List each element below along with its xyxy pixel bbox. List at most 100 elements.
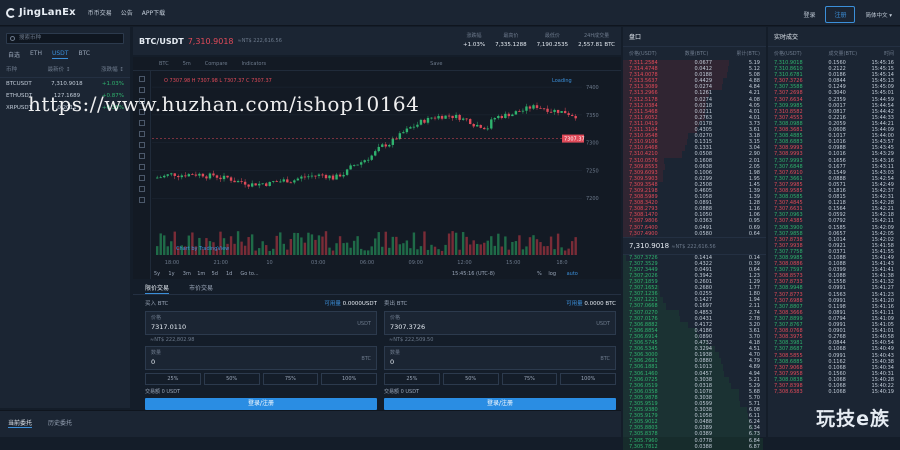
market-row[interactable]: BTCUSDT7,310.9018+1.03%	[0, 78, 130, 90]
volume-bar	[567, 249, 569, 255]
volume-bar	[300, 237, 302, 255]
volume-bar	[423, 231, 425, 255]
candle-body	[254, 183, 256, 185]
trash-icon[interactable]	[139, 197, 145, 203]
price-chart[interactable]: BTC 5m Compare Indicators Save 720072507…	[133, 57, 621, 279]
market-row[interactable]: ETHUSDT127.1689+0.87%	[0, 90, 130, 102]
sell-pct-50[interactable]: 50%	[443, 373, 499, 385]
volume-bar	[367, 250, 369, 255]
market-row-change: +0.87%	[102, 93, 124, 99]
buy-pct-75[interactable]: 75%	[263, 373, 319, 385]
chart-watermark: Chart by TradingView	[176, 246, 229, 252]
main-nav: 币币交易 公告 APP下载	[88, 8, 165, 17]
sell-pct-25[interactable]: 25%	[384, 373, 440, 385]
tab-market[interactable]: 市价交易	[189, 283, 213, 294]
buy-pct-25[interactable]: 25%	[145, 373, 201, 385]
market-tab-usdt[interactable]: USDT	[52, 50, 69, 59]
trades-header-price: 价格(USDT)	[774, 50, 802, 57]
ticker-pair: BTC/USDT	[139, 37, 184, 46]
market-header-change[interactable]: 涨跌幅 ↕	[101, 65, 124, 73]
chart-compare[interactable]: Compare	[205, 61, 228, 67]
nav-item-app[interactable]: APP下载	[142, 8, 165, 17]
book-row-total: 0.64	[749, 231, 760, 237]
chart-interval[interactable]: 5m	[183, 61, 191, 67]
tab-open-orders[interactable]: 当前委托	[8, 418, 32, 428]
ticker-stat: 涨跌幅+1.03%	[463, 32, 485, 48]
candle-body	[416, 125, 418, 127]
trend-line-icon[interactable]	[139, 87, 145, 93]
pattern-icon[interactable]	[139, 131, 145, 137]
ticker-stat-label: 最高价	[495, 32, 527, 39]
tab-limit[interactable]: 限价交易	[145, 283, 169, 294]
sell-pct-75[interactable]: 75%	[502, 373, 558, 385]
volume-bar	[525, 246, 527, 255]
nav-item-trade[interactable]: 币币交易	[88, 8, 112, 17]
market-search-input[interactable]: 搜索币种	[6, 33, 124, 44]
volume-bar	[286, 250, 288, 255]
market-tab-btc[interactable]: BTC	[78, 50, 90, 59]
market-row[interactable]: XRPUSDT0.2011+0.38%	[0, 102, 130, 114]
book-mid-price: 7,310.9018 ≈NT$ 222,616.56	[623, 237, 766, 255]
language-select[interactable]: 简体中文 ▾	[865, 11, 892, 19]
market-tab-eth[interactable]: ETH	[30, 50, 42, 59]
candle-body	[574, 116, 576, 118]
chart-symbol[interactable]: BTC	[159, 61, 169, 67]
zoom-icon[interactable]	[139, 153, 145, 159]
y-tick-label: 7200	[586, 196, 599, 202]
volume-bar	[237, 231, 239, 255]
candle-body	[465, 119, 467, 120]
lock-icon[interactable]	[139, 175, 145, 181]
market-row-pair: XRPUSDT	[6, 105, 32, 111]
crosshair-icon[interactable]	[139, 76, 145, 82]
volume-bar	[353, 241, 355, 255]
text-icon[interactable]	[139, 120, 145, 126]
register-button[interactable]: 注册	[825, 6, 855, 23]
x-tick-label: 09:00	[409, 260, 423, 266]
sell-pct-100[interactable]: 100%	[560, 373, 616, 385]
buy-price-value: 7317.0110	[151, 323, 371, 331]
volume-bar	[318, 235, 320, 255]
candle-body	[409, 127, 411, 128]
sell-price-input[interactable]: 价格 7307.3726 USDT	[384, 311, 616, 335]
candle-body	[216, 175, 218, 177]
chart-ohlc-readout: O 7307.98 H 7307.98 L 7307.37 C 7307.37	[164, 78, 272, 84]
magnet-icon[interactable]	[139, 164, 145, 170]
volume-bar	[342, 243, 344, 255]
buy-pct-50[interactable]: 50%	[204, 373, 260, 385]
volume-bar	[307, 233, 309, 255]
trade-row-time: 15:40:19	[872, 389, 894, 395]
buy-price-input[interactable]: 价格 7317.0110 USDT	[145, 311, 377, 335]
book-row[interactable]: 7,307.49000.05800.64	[623, 231, 766, 237]
buy-login-button[interactable]: 登录/注册	[145, 398, 377, 410]
market-tab-favorites[interactable]: 自选	[8, 50, 20, 59]
fib-icon[interactable]	[139, 98, 145, 104]
nav-item-notice[interactable]: 公告	[121, 8, 133, 17]
brush-icon[interactable]	[139, 109, 145, 115]
volume-bar	[487, 241, 489, 255]
candle-body	[399, 133, 401, 139]
candlestick-chart[interactable]: 720072507300735074007307.37O 7307.98 H 7…	[152, 72, 620, 278]
volume-bar	[314, 240, 316, 255]
login-link[interactable]: 登录	[803, 10, 815, 19]
volume-bar	[448, 234, 450, 255]
candle-body	[536, 105, 538, 108]
buy-amount-input[interactable]: 数量 0 BTC	[145, 346, 377, 370]
volume-bar	[529, 237, 531, 255]
sell-amount-input[interactable]: 数量 0 BTC	[384, 346, 616, 370]
sell-login-button[interactable]: 登录/注册	[384, 398, 616, 410]
market-header-price[interactable]: 最新价 ↕	[48, 65, 71, 73]
candle-body	[251, 183, 253, 186]
candle-body	[356, 165, 358, 166]
chart-indicators[interactable]: Indicators	[241, 61, 266, 67]
chart-save[interactable]: Save	[430, 61, 442, 67]
buy-pct-100[interactable]: 100%	[321, 373, 377, 385]
buy-amount-label: 数量	[151, 349, 371, 356]
logo[interactable]: JingLanEx	[6, 7, 76, 18]
book-row[interactable]: 7,305.78120.03886.87	[623, 444, 766, 450]
ruler-icon[interactable]	[139, 142, 145, 148]
tab-order-history[interactable]: 历史委托	[48, 418, 72, 428]
buy-avail-value: 0.0000USDT	[343, 301, 377, 307]
eye-icon[interactable]	[139, 186, 145, 192]
sell-amount-value: 0	[390, 358, 610, 366]
ticker-stat-value: 7,335.1288	[495, 42, 527, 48]
